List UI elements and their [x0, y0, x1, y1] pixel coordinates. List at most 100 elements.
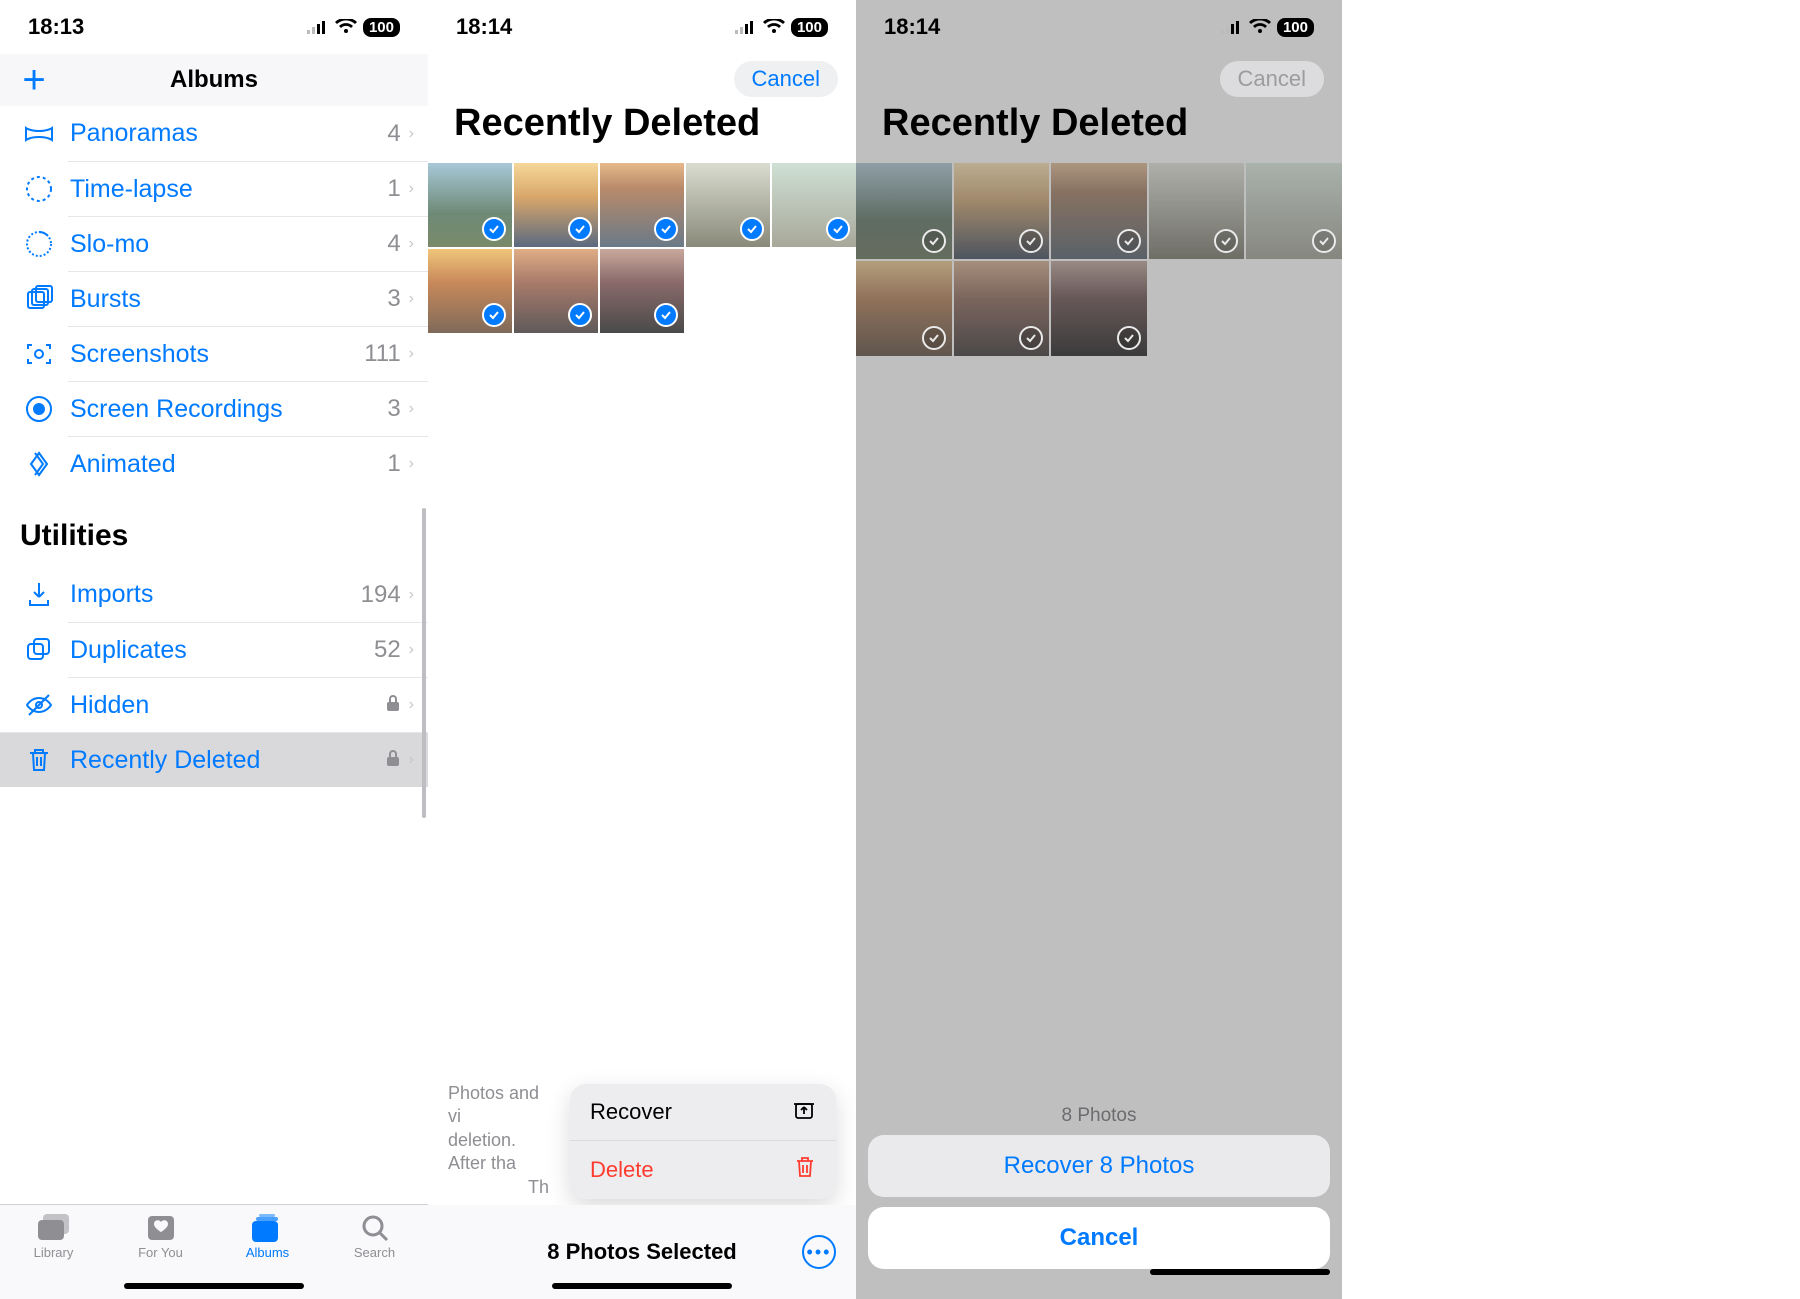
cancel-button[interactable]: Cancel [734, 61, 838, 97]
hidden-icon [20, 690, 58, 720]
signal-icon [307, 20, 329, 34]
nav-title: Albums [54, 66, 374, 94]
wifi-icon [335, 19, 357, 35]
signal-icon [1221, 20, 1243, 34]
sheet-cancel-button[interactable]: Cancel [868, 1207, 1330, 1269]
deletion-hint: Photos and vi deletion. After tha Th [448, 1082, 556, 1199]
status-time: 18:14 [884, 14, 940, 40]
selected-badge [654, 303, 678, 327]
thumbnail[interactable] [514, 249, 598, 333]
animated-icon [20, 449, 58, 479]
menu-delete[interactable]: Delete [570, 1140, 836, 1199]
page-title: Recently Deleted [856, 94, 1342, 163]
row-slomo[interactable]: Slo-mo 4 › [68, 216, 428, 271]
status-indicators: 100 [735, 18, 828, 37]
selected-badge [568, 217, 592, 241]
row-bursts[interactable]: Bursts 3 › [68, 271, 428, 326]
row-hidden[interactable]: Hidden › [68, 677, 428, 732]
albums-screen: 18:13 100 + Albums Panoramas 4 › Time-la… [0, 0, 428, 1299]
status-bar: 18:13 100 [0, 0, 428, 54]
wifi-icon [763, 19, 785, 35]
row-recently-deleted[interactable]: Recently Deleted › [0, 732, 428, 787]
chevron-right-icon: › [409, 455, 414, 473]
selected-badge [1019, 229, 1043, 253]
media-types-list: Panoramas 4 › Time-lapse 1 › Slo-mo 4 › … [0, 106, 428, 491]
thumbnail [1246, 163, 1342, 259]
foryou-tab-icon [146, 1213, 176, 1243]
scrollbar[interactable] [422, 508, 426, 818]
row-panoramas[interactable]: Panoramas 4 › [0, 106, 428, 161]
nav-header: + Albums [0, 54, 428, 106]
tab-bar: Library For You Albums Search [0, 1204, 428, 1299]
recently-deleted-actionsheet-screen: 18:14 100 Cancel Recently Deleted 8 Phot… [856, 0, 1342, 1299]
thumbnail [954, 261, 1050, 357]
top-nav: Cancel [856, 54, 1342, 94]
selected-badge [1312, 229, 1336, 253]
row-imports[interactable]: Imports 194 › [0, 567, 428, 622]
sheet-headline: 8 Photos [868, 1105, 1330, 1127]
row-timelapse[interactable]: Time-lapse 1 › [68, 161, 428, 216]
tab-library[interactable]: Library [0, 1213, 107, 1260]
row-screenshots[interactable]: Screenshots 111 › [68, 326, 428, 381]
page-title: Recently Deleted [428, 94, 856, 163]
chevron-right-icon: › [409, 125, 414, 143]
battery-indicator: 100 [791, 18, 828, 37]
chevron-right-icon: › [409, 696, 414, 714]
selected-badge [1117, 326, 1141, 350]
recover-photos-button[interactable]: Recover 8 Photos [868, 1135, 1330, 1197]
selected-badge [654, 217, 678, 241]
selected-badge [482, 217, 506, 241]
library-tab-icon [38, 1213, 70, 1243]
thumbnail [1051, 163, 1147, 259]
row-animated[interactable]: Animated 1 › [68, 436, 428, 491]
add-button[interactable]: + [14, 58, 54, 103]
screenrecordings-icon [20, 394, 58, 424]
slomo-icon [20, 229, 58, 259]
timelapse-icon [20, 174, 58, 204]
home-indicator[interactable] [124, 1283, 304, 1289]
action-sheet: 8 Photos Recover 8 Photos Cancel [868, 1105, 1330, 1285]
status-time: 18:13 [28, 14, 84, 40]
recently-deleted-select-screen: 18:14 100 Cancel Recently Deleted Photos… [428, 0, 856, 1299]
status-bar: 18:14 100 [856, 0, 1342, 54]
thumbnail[interactable] [772, 163, 856, 247]
thumbnail[interactable] [428, 163, 512, 247]
chevron-right-icon: › [409, 400, 414, 418]
imports-icon [20, 580, 58, 610]
top-nav: Cancel [428, 54, 856, 94]
duplicates-icon [20, 635, 58, 665]
selected-badge [1117, 229, 1141, 253]
chevron-right-icon: › [409, 641, 414, 659]
menu-recover[interactable]: Recover [570, 1084, 836, 1140]
row-screenrecordings[interactable]: Screen Recordings 3 › [68, 381, 428, 436]
thumbnail[interactable] [428, 249, 512, 333]
row-duplicates[interactable]: Duplicates 52 › [68, 622, 428, 677]
signal-icon [735, 20, 757, 34]
search-tab-icon [361, 1213, 389, 1243]
tab-foryou[interactable]: For You [107, 1213, 214, 1260]
home-indicator[interactable] [552, 1283, 732, 1289]
lock-icon [385, 749, 401, 772]
battery-indicator: 100 [1277, 18, 1314, 37]
more-button[interactable]: ••• [802, 1235, 836, 1269]
chevron-right-icon: › [409, 751, 414, 769]
tab-search[interactable]: Search [321, 1213, 428, 1260]
trash-icon [794, 1155, 816, 1185]
thumbnail[interactable] [514, 163, 598, 247]
thumbnail [856, 261, 952, 357]
context-menu: Recover Delete [570, 1084, 836, 1199]
selected-badge [922, 229, 946, 253]
home-indicator[interactable] [1150, 1269, 1330, 1275]
tab-albums[interactable]: Albums [214, 1213, 321, 1260]
thumbnail[interactable] [600, 249, 684, 333]
lock-icon [385, 694, 401, 717]
thumbnail[interactable] [686, 163, 770, 247]
bursts-icon [20, 284, 58, 314]
photo-grid [856, 163, 1342, 356]
selected-badge [482, 303, 506, 327]
chevron-right-icon: › [409, 345, 414, 363]
selected-badge [740, 217, 764, 241]
recentlydeleted-icon [20, 745, 58, 775]
recover-icon [792, 1098, 816, 1126]
thumbnail[interactable] [600, 163, 684, 247]
